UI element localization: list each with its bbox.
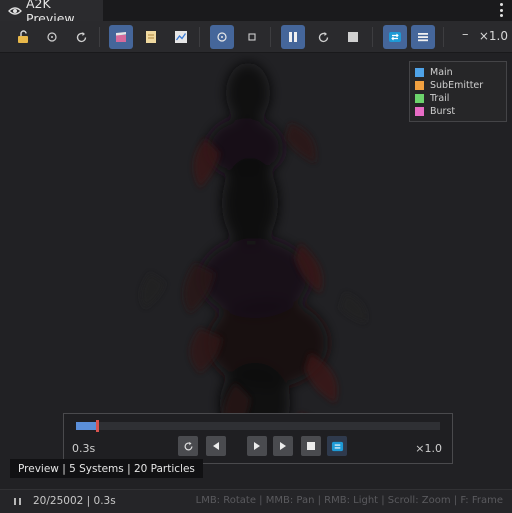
stop-icon — [307, 442, 315, 450]
toolbar: – ×1.0 — [0, 21, 512, 53]
legend-swatch — [415, 81, 424, 90]
target-icon — [47, 32, 57, 42]
legend-item: Main — [415, 66, 453, 79]
loop-icon — [331, 441, 343, 451]
rotate-icon — [76, 31, 86, 42]
pause-icon — [289, 32, 297, 42]
legend-item: Trail — [415, 92, 449, 105]
playhead[interactable] — [96, 420, 100, 432]
playback-rate: ×1.0 — [415, 442, 442, 455]
step-back-button[interactable] — [206, 436, 226, 456]
loop-icon — [389, 32, 401, 42]
chart-icon — [175, 31, 187, 43]
step-forward-button[interactable] — [273, 436, 293, 456]
toolbar-separator — [99, 27, 100, 47]
stop-playback-button[interactable] — [301, 436, 321, 456]
hamburger-icon — [418, 33, 428, 42]
target-icon — [217, 32, 227, 42]
current-time: 0.3s — [72, 442, 96, 455]
orbit-mode-button[interactable] — [210, 25, 234, 49]
legend-label: Main — [430, 67, 453, 78]
playback-panel: 0.3s ×1.0 — [63, 413, 453, 464]
reset-view-button[interactable] — [69, 25, 93, 49]
restart-playback-button[interactable] — [178, 436, 198, 456]
square-icon — [248, 33, 256, 41]
pause-icon — [14, 498, 21, 505]
graph-button[interactable] — [169, 25, 193, 49]
play-button[interactable] — [247, 436, 267, 456]
loop-button[interactable] — [383, 25, 407, 49]
legend-label: SubEmitter — [430, 80, 484, 91]
unlock-button[interactable] — [11, 25, 35, 49]
stop-icon — [348, 32, 358, 42]
legend: Main SubEmitter Trail Burst — [409, 61, 507, 122]
legend-item: Burst — [415, 105, 455, 118]
restart-button[interactable] — [311, 25, 335, 49]
stop-button[interactable] — [341, 25, 365, 49]
toolbar-separator — [443, 27, 444, 47]
eye-icon — [8, 4, 22, 18]
unlock-icon — [18, 30, 28, 43]
legend-label: Trail — [430, 93, 450, 104]
triangle-right-icon — [280, 442, 286, 450]
timeline-track[interactable] — [76, 420, 440, 432]
scene-info: Preview | 5 Systems | 20 Particles — [10, 459, 203, 478]
legend-label: Burst — [430, 106, 456, 117]
legend-swatch — [415, 68, 424, 77]
loop-playback-button[interactable] — [327, 436, 347, 456]
play-icon — [254, 442, 260, 450]
triangle-left-icon — [213, 442, 219, 450]
frame-mode-button[interactable] — [240, 25, 264, 49]
notes-button[interactable] — [139, 25, 163, 49]
rotate-icon — [318, 31, 328, 42]
zoom-level[interactable]: ×1.0 — [479, 29, 508, 43]
menu-button[interactable] — [411, 25, 435, 49]
frame-counter: 20/25002 | 0.3s — [33, 495, 116, 507]
origin-button[interactable] — [40, 25, 64, 49]
clapper-button[interactable] — [109, 25, 133, 49]
legend-swatch — [415, 94, 424, 103]
control-hints: LMB: Rotate | MMB: Pan | RMB: Light | Sc… — [195, 495, 503, 506]
tab-bar: A2K Preview — [0, 0, 512, 26]
status-bar: 20/25002 | 0.3s LMB: Rotate | MMB: Pan |… — [0, 489, 512, 513]
more-options-icon[interactable] — [498, 3, 504, 17]
timeline-progress — [76, 422, 97, 430]
zoom-out-button[interactable]: – — [462, 27, 469, 42]
clapperboard-icon — [116, 32, 126, 42]
notepad-icon — [146, 31, 156, 43]
pause-button[interactable] — [281, 25, 305, 49]
tab-a2k-preview[interactable]: A2K Preview — [0, 0, 103, 26]
legend-item: SubEmitter — [415, 79, 483, 92]
toolbar-separator — [270, 27, 271, 47]
toolbar-separator — [199, 27, 200, 47]
toolbar-separator — [372, 27, 373, 47]
legend-swatch — [415, 107, 424, 116]
rotate-icon — [184, 441, 192, 450]
